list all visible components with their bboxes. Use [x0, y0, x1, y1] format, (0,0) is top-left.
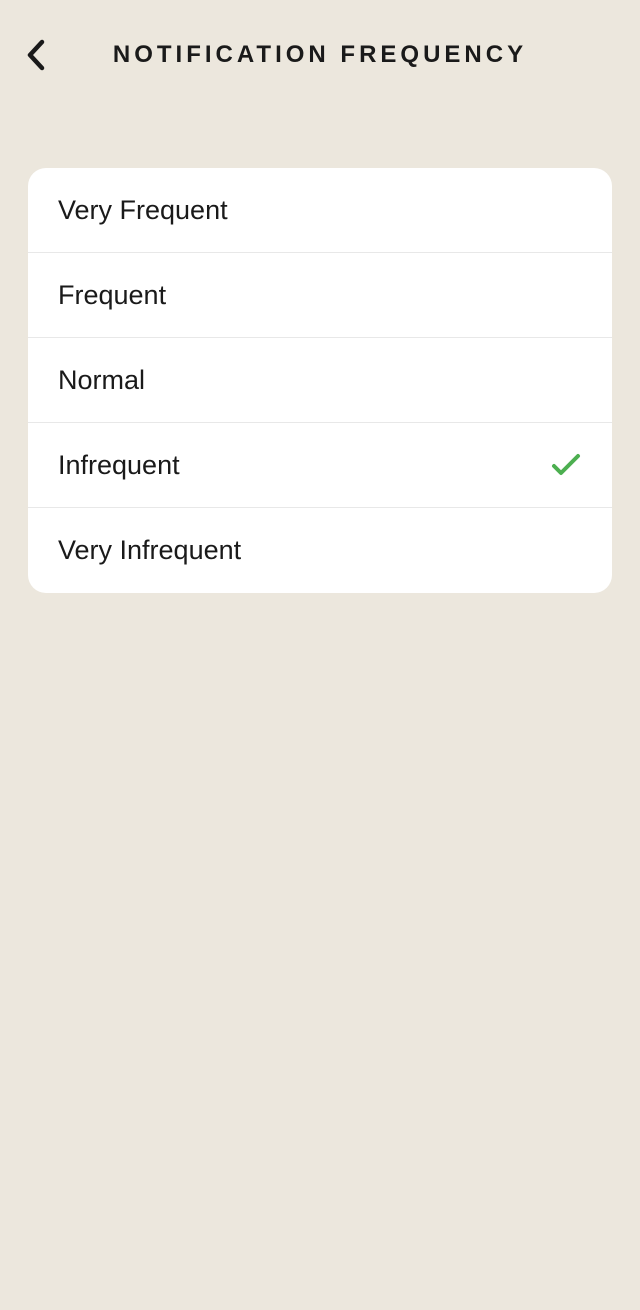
option-label: Normal [58, 365, 145, 396]
options-card: Very Frequent Frequent Normal Infrequent [28, 168, 612, 593]
option-very-frequent[interactable]: Very Frequent [28, 168, 612, 253]
option-very-infrequent[interactable]: Very Infrequent [28, 508, 612, 593]
option-label: Frequent [58, 280, 166, 311]
option-infrequent[interactable]: Infrequent [28, 423, 612, 508]
option-label: Very Frequent [58, 195, 228, 226]
option-normal[interactable]: Normal [28, 338, 612, 423]
header: NOTIFICATION FREQUENCY [0, 0, 640, 110]
option-frequent[interactable]: Frequent [28, 253, 612, 338]
back-button[interactable] [14, 33, 58, 77]
check-icon [550, 449, 582, 481]
chevron-left-icon [25, 38, 47, 72]
option-label: Very Infrequent [58, 535, 241, 566]
option-label: Infrequent [58, 450, 180, 481]
page-title: NOTIFICATION FREQUENCY [58, 41, 626, 69]
